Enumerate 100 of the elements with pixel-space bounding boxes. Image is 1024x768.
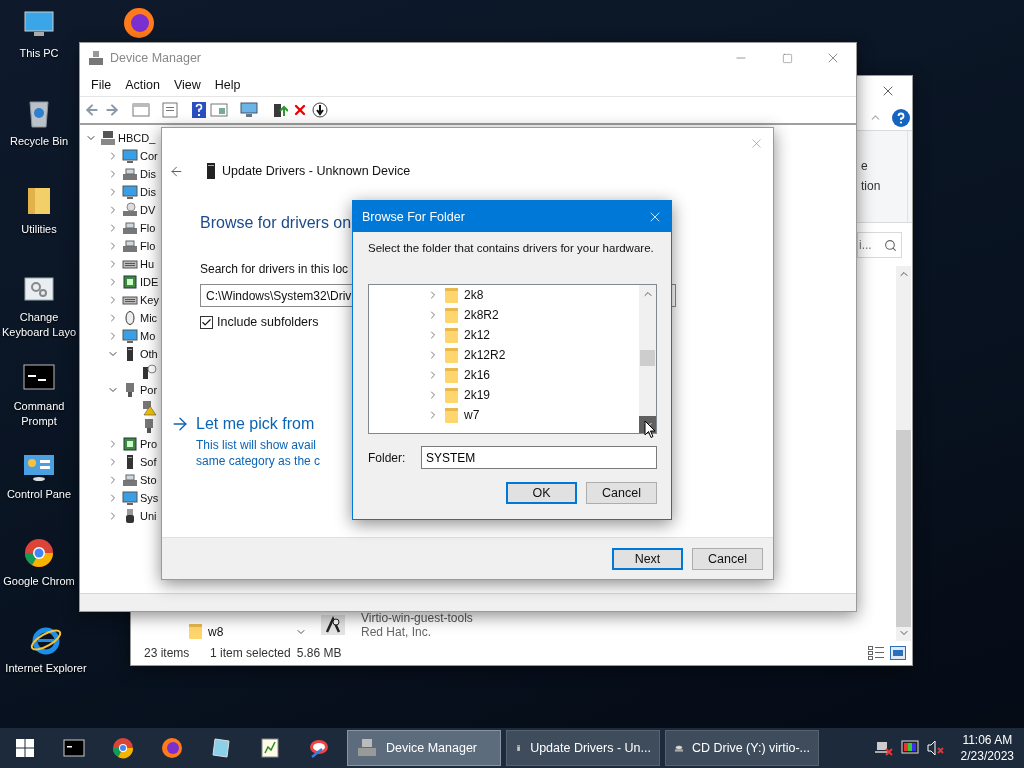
- tree-item[interactable]: Oth: [140, 348, 158, 360]
- drive-icon: [122, 472, 138, 488]
- scrollbar[interactable]: [896, 266, 911, 642]
- tree-item[interactable]: DV: [140, 204, 156, 216]
- firefox-icon: [160, 737, 183, 759]
- disc-drive-icon: [122, 202, 138, 218]
- firefox-icon[interactable]: [122, 6, 156, 40]
- desktop-icon-label[interactable]: This PC: [19, 46, 59, 61]
- large-icons-view-icon[interactable]: [890, 646, 906, 661]
- folder-name[interactable]: 2k8: [464, 288, 484, 302]
- back-icon[interactable]: [84, 102, 100, 118]
- pick-driver-link[interactable]: Let me pick from: [196, 415, 315, 433]
- folder-icon: [445, 387, 458, 403]
- checkbox[interactable]: [200, 315, 213, 329]
- monitor-icon: [122, 148, 138, 164]
- help-icon[interactable]: [892, 108, 910, 127]
- tree-item[interactable]: HBCD_: [118, 132, 156, 144]
- scrollbar-thumb[interactable]: [640, 350, 655, 366]
- list-icon[interactable]: [162, 102, 178, 118]
- folder-name[interactable]: 2k12R2: [464, 348, 506, 362]
- tree-item[interactable]: Sys: [140, 492, 159, 504]
- drive-icon: [122, 166, 138, 182]
- desktop-icon-label[interactable]: Utilities: [21, 222, 57, 237]
- unknown-device-icon: [141, 364, 157, 380]
- tree-item[interactable]: Uni: [140, 510, 157, 522]
- forward-icon[interactable]: [104, 102, 120, 118]
- search-field[interactable]: i...: [857, 232, 902, 259]
- help-icon[interactable]: [192, 102, 206, 118]
- menu-item[interactable]: File: [84, 73, 119, 96]
- mouse-icon: [122, 310, 138, 326]
- folder-name[interactable]: w8: [208, 624, 224, 639]
- properties-icon[interactable]: [132, 102, 150, 118]
- tree-item[interactable]: Sof: [140, 456, 157, 468]
- desktop-icon-label[interactable]: Control Pane: [6, 487, 72, 502]
- desktop-icon-label[interactable]: Internet Explorer: [5, 661, 87, 676]
- menu-item[interactable]: Help: [207, 73, 248, 96]
- link-description: This list will show avail same category as the c: [196, 437, 321, 469]
- desktop-icon-label[interactable]: Recycle Bin: [9, 134, 69, 149]
- monitor-icon[interactable]: [240, 102, 258, 118]
- desktop-icon-label[interactable]: Change Keyboard Layo: [0, 310, 78, 340]
- details-view-icon[interactable]: [868, 646, 884, 661]
- installer-icon: [321, 615, 345, 636]
- window-title: Update Drivers - Unknown Device: [222, 164, 411, 178]
- tree-item[interactable]: Cor: [140, 150, 158, 162]
- tree-item[interactable]: Sto: [140, 474, 157, 486]
- device-icon: [206, 163, 216, 179]
- desktop-icon-label[interactable]: Google Chrom: [3, 574, 75, 589]
- add-driver-icon[interactable]: [272, 102, 288, 118]
- tree-item[interactable]: IDE: [140, 276, 159, 288]
- file-publisher: Red Hat, Inc.: [361, 625, 433, 640]
- taskbar-window-button[interactable]: CD Drive (Y:) virtio-...: [665, 730, 819, 766]
- tree-item[interactable]: Por: [140, 384, 158, 396]
- network-icon[interactable]: [874, 740, 893, 756]
- display-icon[interactable]: [900, 740, 919, 756]
- delete-icon[interactable]: [292, 102, 308, 118]
- chip-icon: [122, 274, 138, 290]
- ok-button[interactable]: OK: [506, 482, 577, 504]
- folder-name[interactable]: 2k19: [464, 388, 491, 402]
- back-icon[interactable]: [169, 163, 184, 179]
- tree-item[interactable]: Flo: [140, 240, 156, 252]
- computer-icon: [100, 130, 116, 146]
- tree-item[interactable]: Pro: [140, 438, 158, 450]
- desktop-icon-label[interactable]: Command Prompt: [0, 399, 78, 429]
- mute-icon[interactable]: [926, 740, 945, 756]
- cancel-button[interactable]: Cancel: [692, 547, 763, 570]
- download-icon[interactable]: [312, 102, 328, 118]
- tree-item[interactable]: Dis: [140, 186, 156, 198]
- folder-field[interactable]: SYSTEM: [421, 446, 657, 469]
- computer-icon: [356, 738, 378, 758]
- taskbar-window-button[interactable]: Device Manager: [347, 730, 501, 766]
- folder-icon: [445, 407, 458, 423]
- folder-name[interactable]: 2k12: [464, 328, 491, 342]
- folder-name[interactable]: 2k16: [464, 368, 491, 382]
- ribbon-label: e: [861, 158, 868, 173]
- chrome-icon[interactable]: [22, 536, 56, 570]
- window-title: Device Manager: [110, 51, 201, 65]
- drive-icon: [122, 238, 138, 254]
- scrollbar-thumb[interactable]: [896, 430, 911, 628]
- cancel-button[interactable]: Cancel: [586, 482, 657, 504]
- menu-item[interactable]: View: [166, 73, 208, 96]
- file-name[interactable]: Virtio-win-guest-tools: [361, 611, 473, 626]
- chip-icon: [122, 436, 138, 452]
- scrollbar[interactable]: [639, 285, 656, 433]
- tree-item[interactable]: Mic: [140, 312, 158, 324]
- next-button[interactable]: Next: [612, 547, 683, 570]
- tree-item[interactable]: Dis: [140, 168, 156, 180]
- tools-icon: [307, 737, 330, 759]
- selection-size: 5.86 MB: [296, 646, 342, 661]
- tree-item[interactable]: Key: [140, 294, 159, 306]
- menu-item[interactable]: Action: [118, 73, 167, 96]
- tree-item[interactable]: Flo: [140, 222, 156, 234]
- folder-name[interactable]: 2k8R2: [464, 308, 499, 322]
- terminal-icon: [62, 737, 85, 759]
- folder-name[interactable]: w7: [464, 408, 480, 422]
- taskbar-window-button[interactable]: Update Drivers - Un...: [506, 730, 660, 766]
- clock[interactable]: 11:06 AM 2/23/2023: [960, 732, 1014, 764]
- tree-item[interactable]: Hu: [140, 258, 155, 270]
- checkbox-label[interactable]: Include subfolders: [217, 315, 319, 329]
- tree-item[interactable]: Mo: [140, 330, 156, 342]
- monitor-icon: [122, 184, 138, 200]
